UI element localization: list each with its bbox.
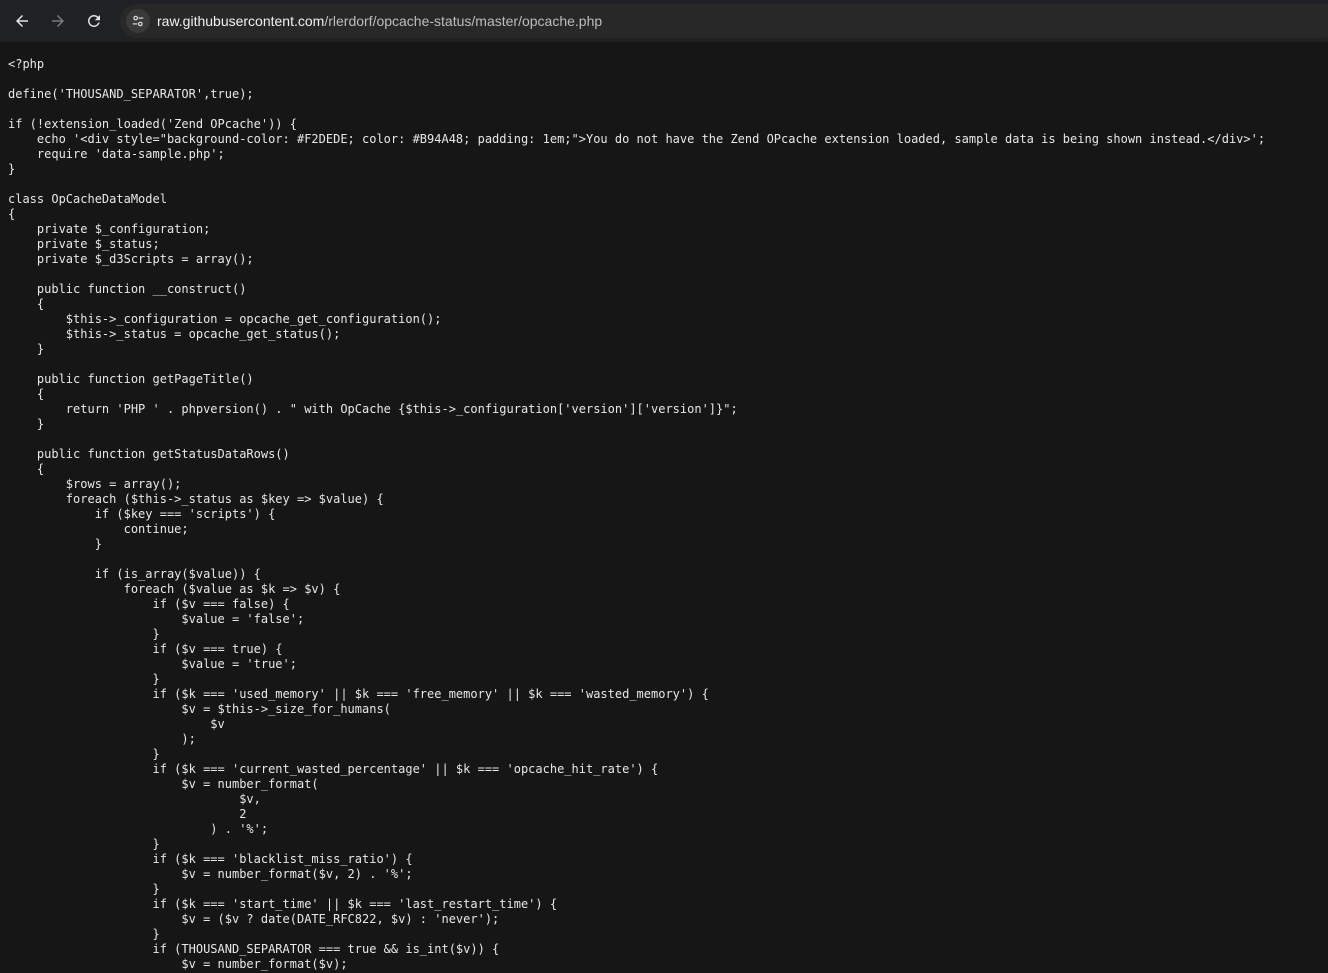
code-line: class OpCacheDataModel <box>8 192 167 206</box>
url-path: /rlerdorf/opcache-status/master/opcache.… <box>324 13 603 29</box>
code-line: $rows = array(); <box>8 477 182 491</box>
tune-icon <box>132 15 144 27</box>
code-line: { <box>8 462 45 476</box>
code-line: <?php <box>8 57 45 71</box>
code-line: } <box>8 627 160 641</box>
source-code: <?php define('THOUSAND_SEPARATOR',true);i… <box>8 57 1265 972</box>
site-info-button[interactable] <box>126 9 150 33</box>
code-line: continue; <box>8 522 189 536</box>
code-line: { <box>8 297 45 311</box>
code-line: public function getStatusDataRows() <box>8 447 290 461</box>
code-line: public function getPageTitle() <box>8 372 254 386</box>
address-bar[interactable]: raw.githubusercontent.com/rlerdorf/opcac… <box>120 4 1328 38</box>
code-line: $v, <box>8 792 261 806</box>
url-host: raw.githubusercontent.com <box>157 13 325 29</box>
code-line: if ($k === 'current_wasted_percentage' |… <box>8 762 659 776</box>
forward-button[interactable] <box>40 3 76 39</box>
arrow-left-icon <box>16 15 28 27</box>
code-line: $v <box>8 717 225 731</box>
code-line: { <box>8 387 45 401</box>
code-line: } <box>8 927 160 941</box>
code-line: $v = number_format($v, 2) . '%'; <box>8 867 413 881</box>
code-line: foreach ($this->_status as $key => $valu… <box>8 492 384 506</box>
code-line: if ($k === 'used_memory' || $k === 'free… <box>8 687 709 701</box>
code-line: $v = ($v ? date(DATE_RFC822, $v) : 'neve… <box>8 912 500 926</box>
reload-icon <box>87 14 100 27</box>
code-line: if (THOUSAND_SEPARATOR === true && is_in… <box>8 942 500 956</box>
code-line: $value = 'true'; <box>8 657 297 671</box>
code-line: $value = 'false'; <box>8 612 305 626</box>
code-line: $v = number_format( <box>8 777 319 791</box>
code-line: if (!extension_loaded('Zend OPcache')) { <box>8 117 297 131</box>
arrow-right-icon <box>52 15 64 27</box>
code-line: require 'data-sample.php'; <box>8 147 225 161</box>
code-line: 2 <box>8 807 247 821</box>
code-line: } <box>8 837 160 851</box>
back-button[interactable] <box>4 3 40 39</box>
code-line: $v = number_format($v); <box>8 957 348 971</box>
code-line: if (is_array($value)) { <box>8 567 261 581</box>
code-line: return 'PHP ' . phpversion() . " with Op… <box>8 402 738 416</box>
reload-button[interactable] <box>76 3 112 39</box>
code-line: { <box>8 207 16 221</box>
code-line: private $_configuration; <box>8 222 211 236</box>
code-line: } <box>8 342 45 356</box>
code-line: ) . '%'; <box>8 822 269 836</box>
code-line: private $_status; <box>8 237 160 251</box>
code-line: if ($key === 'scripts') { <box>8 507 276 521</box>
code-line: ); <box>8 732 196 746</box>
code-line: private $_d3Scripts = array(); <box>8 252 254 266</box>
code-line: if ($v === false) { <box>8 597 290 611</box>
code-line: $v = $this->_size_for_humans( <box>8 702 391 716</box>
browser-toolbar: raw.githubusercontent.com/rlerdorf/opcac… <box>0 0 1328 42</box>
page-content: <?php define('THOUSAND_SEPARATOR',true);i… <box>0 42 1328 973</box>
code-line: } <box>8 747 160 761</box>
code-line: } <box>8 417 45 431</box>
code-line: if ($k === 'blacklist_miss_ratio') { <box>8 852 413 866</box>
code-line: } <box>8 672 160 686</box>
code-line: public function __construct() <box>8 282 247 296</box>
code-line: if ($v === true) { <box>8 642 283 656</box>
code-line: } <box>8 537 102 551</box>
code-line: echo '<div style="background-color: #F2D… <box>8 132 1266 146</box>
code-line: foreach ($value as $k => $v) { <box>8 582 341 596</box>
code-line: } <box>8 882 160 896</box>
code-line: $this->_status = opcache_get_status(); <box>8 327 341 341</box>
code-line: if ($k === 'start_time' || $k === 'last_… <box>8 897 558 911</box>
code-line: $this->_configuration = opcache_get_conf… <box>8 312 442 326</box>
code-line: } <box>8 162 16 176</box>
url-text: raw.githubusercontent.com/rlerdorf/opcac… <box>157 13 602 29</box>
code-line: define('THOUSAND_SEPARATOR',true); <box>8 87 254 101</box>
